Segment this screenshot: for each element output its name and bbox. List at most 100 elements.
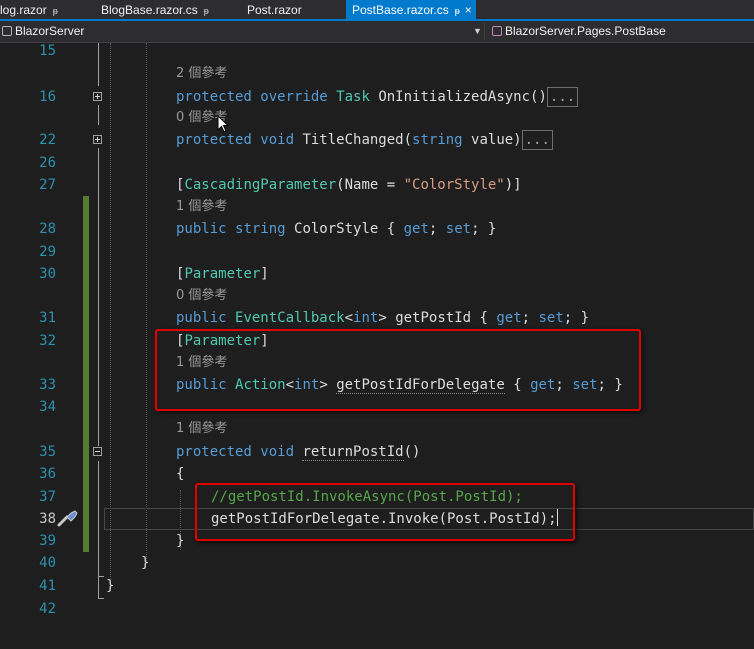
indent-guide (146, 43, 147, 561)
line-number: 22 (39, 132, 56, 148)
collapse-icon[interactable] (93, 447, 102, 456)
outline-line (98, 148, 99, 446)
line-number: 42 (39, 601, 56, 617)
type: EventCallback (235, 310, 345, 326)
bracket: )] (504, 177, 522, 193)
keyword: string (412, 132, 463, 148)
collapsed-region[interactable]: ... (546, 87, 579, 107)
punctuation: () (403, 444, 421, 460)
collapsed-region[interactable]: ... (521, 130, 553, 150)
tab-label: Post.razor (247, 3, 302, 17)
property-name: getPostId { (386, 310, 497, 326)
close-icon[interactable]: × (465, 0, 472, 20)
outline-end (98, 598, 104, 599)
code-line-36: { (176, 466, 185, 482)
keyword: set (445, 221, 472, 237)
pin-icon[interactable]: ᵽ (204, 6, 209, 16)
line-number: 26 (39, 155, 56, 171)
keyword: override (260, 89, 328, 105)
reference-count[interactable]: 1 個參考 (176, 196, 227, 218)
tab-blogbase-razor-cs[interactable]: BlogBase.razor.cs ᵽ (101, 0, 209, 19)
code-line-16: protected override Task OnInitializedAsy… (176, 86, 579, 108)
line-number: 32 (39, 333, 56, 349)
keyword: protected (176, 444, 252, 460)
code-line-30: [Parameter] (176, 263, 269, 285)
code-line-40: } (141, 555, 150, 571)
line-number: 31 (39, 310, 56, 326)
line-number: 33 (39, 377, 56, 393)
keyword: public (176, 310, 227, 326)
reference-count[interactable]: 1 個參考 (176, 418, 227, 440)
outline-line (98, 461, 99, 599)
outline-end (98, 576, 104, 577)
tab-log-razor[interactable]: log.razor ᵽ (0, 0, 58, 19)
pin-icon[interactable]: ᵽ (455, 6, 460, 16)
line-number: 40 (39, 555, 56, 571)
line-number: 38 (39, 511, 56, 527)
screwdriver-icon[interactable] (56, 508, 80, 528)
attribute-args: (Name = (336, 177, 404, 193)
keyword: void (260, 132, 295, 148)
line-number: 30 (39, 266, 56, 282)
reference-count[interactable]: 0 個參考 (176, 285, 227, 307)
member-dropdown[interactable]: BlazorServer.Pages.PostBase (490, 21, 666, 42)
chevron-down-icon[interactable]: ▼ (473, 21, 482, 42)
code-line-27: [CascadingParameter(Name = "ColorStyle")… (176, 174, 522, 196)
highlight-box (155, 329, 641, 411)
line-number: 37 (39, 489, 56, 505)
line-number: 27 (39, 177, 56, 193)
code-line-41: } (106, 578, 115, 594)
code-line-28: public string ColorStyle { get; set; } (176, 218, 496, 240)
navbar-divider (484, 23, 485, 40)
parameter: value) (462, 132, 522, 148)
expand-icon[interactable] (93, 135, 102, 144)
punctuation: ; } (563, 310, 590, 326)
string-literal: "ColorStyle" (403, 177, 505, 193)
code-editor[interactable]: 15 16 22 26 27 28 29 30 31 32 33 34 35 3… (0, 43, 754, 649)
document-tab-strip: log.razor ᵽ BlogBase.razor.cs ᵽ Post.razor… (0, 0, 754, 21)
member-label: BlazorServer.Pages.PostBase (505, 24, 666, 38)
pin-icon[interactable]: ᵽ (53, 6, 58, 16)
keyword: public (176, 221, 227, 237)
line-number: 34 (39, 399, 56, 415)
line-number: 16 (39, 89, 56, 105)
keyword: protected (176, 89, 252, 105)
outline-line (98, 105, 99, 125)
reference-count[interactable]: 2 個參考 (176, 63, 227, 85)
navigation-bar: BlazorServer ▼ BlazorServer.Pages.PostBa… (0, 21, 754, 43)
keyword: string (235, 221, 286, 237)
code-line-31: public EventCallback<int> getPostId { ge… (176, 307, 589, 329)
method-name: returnPostId (302, 444, 404, 461)
keyword: protected (176, 132, 252, 148)
highlight-box (195, 483, 575, 541)
code-line-39: } (176, 533, 185, 549)
punctuation: > (378, 310, 387, 326)
outline-line (98, 43, 99, 86)
tab-postbase-razor-cs[interactable]: PostBase.razor.cs ᵽ × (346, 0, 476, 19)
attribute: Parameter (184, 266, 261, 282)
expand-icon[interactable] (93, 92, 102, 101)
punctuation: ; } (471, 221, 497, 237)
line-number: 28 (39, 221, 56, 237)
property-name: ColorStyle { (285, 221, 404, 237)
project-dropdown[interactable]: BlazorServer (0, 21, 84, 42)
attribute: CascadingParameter (184, 177, 337, 193)
tab-label: BlogBase.razor.cs (101, 3, 198, 17)
line-number: 15 (39, 43, 56, 59)
bracket: ] (260, 266, 269, 282)
project-icon (2, 26, 12, 36)
project-label: BlazorServer (15, 24, 85, 38)
indent-guide (110, 43, 111, 583)
tab-post-razor[interactable]: Post.razor (247, 0, 302, 19)
punctuation: ; (521, 310, 539, 326)
line-number: 39 (39, 533, 56, 549)
tab-label: PostBase.razor.cs (352, 3, 449, 17)
method-signature: OnInitializedAsync() (369, 89, 547, 105)
punctuation: < (344, 310, 354, 326)
keyword: set (538, 310, 564, 326)
method-signature: TitleChanged( (294, 132, 413, 148)
tab-label: log.razor (0, 3, 47, 17)
line-number: 41 (39, 578, 56, 594)
code-line-22: protected void TitleChanged(string value… (176, 129, 553, 151)
line-number: 36 (39, 466, 56, 482)
